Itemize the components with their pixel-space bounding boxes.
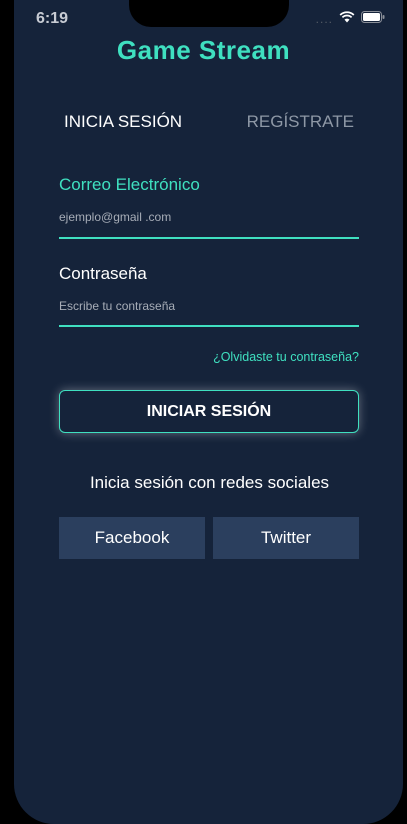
social-login-heading: Inicia sesión con redes sociales bbox=[89, 473, 330, 492]
login-button-label: INICIAR SESIÓN bbox=[146, 402, 272, 420]
status-icons: .... bbox=[316, 10, 385, 28]
phone-frame: 6:19 .... Game Stream INICIA SESIÓN REGÍ… bbox=[0, 0, 407, 824]
tab-register[interactable]: REGÍSTRATE bbox=[247, 112, 354, 132]
wifi-icon bbox=[339, 10, 355, 28]
login-button[interactable]: INICIAR SESIÓN bbox=[59, 390, 359, 433]
app-title: Game Stream bbox=[116, 35, 291, 65]
email-underline bbox=[59, 237, 359, 239]
battery-icon bbox=[361, 10, 385, 28]
status-time: 6:19 bbox=[36, 10, 69, 27]
password-underline bbox=[59, 325, 359, 327]
email-field[interactable] bbox=[59, 206, 359, 228]
password-field[interactable] bbox=[59, 295, 359, 317]
tab-login[interactable]: INICIA SESIÓN bbox=[64, 112, 182, 132]
forgot-password-link[interactable]: ¿Olvidaste tu contraseña? bbox=[213, 350, 359, 364]
facebook-button-label: Facebook bbox=[94, 528, 170, 547]
twitter-button-label: Twitter bbox=[260, 528, 312, 547]
facebook-button[interactable]: Facebook bbox=[59, 517, 205, 559]
camera-notch bbox=[129, 0, 289, 27]
email-label: Correo Electrónico bbox=[59, 175, 200, 194]
twitter-button[interactable]: Twitter bbox=[213, 517, 359, 559]
signal-dots: .... bbox=[315, 12, 333, 26]
password-label: Contraseña bbox=[59, 264, 147, 283]
